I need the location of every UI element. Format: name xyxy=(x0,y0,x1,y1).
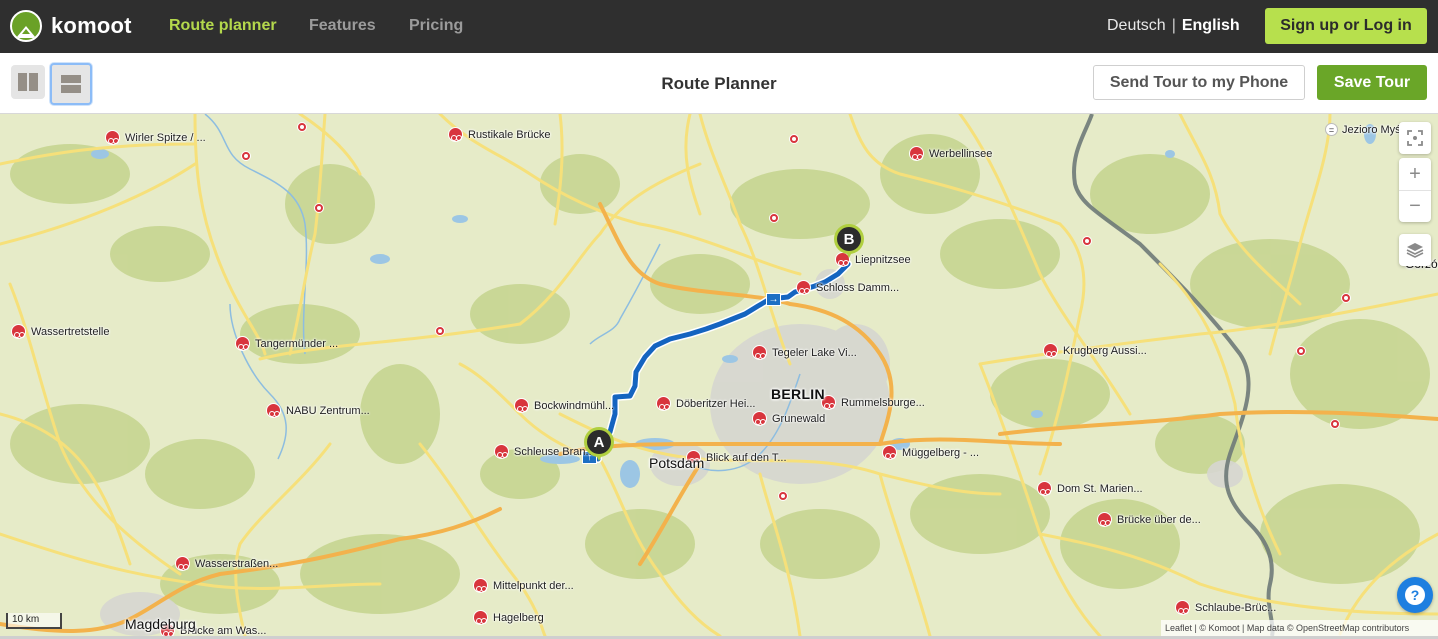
poi-dot[interactable] xyxy=(241,151,251,161)
bike-highlight-icon xyxy=(796,280,811,295)
locate-control xyxy=(1399,122,1431,154)
bike-highlight-icon xyxy=(175,556,190,571)
highlight-poi[interactable]: Döberitzer Hei... xyxy=(656,396,755,411)
bike-highlight-icon xyxy=(11,324,26,339)
bike-highlight-icon xyxy=(1175,600,1190,615)
bike-highlight-icon xyxy=(656,396,671,411)
layout-horizontal-split-button[interactable] xyxy=(50,63,92,105)
bike-highlight-icon xyxy=(105,130,120,145)
language-deutsch[interactable]: Deutsch xyxy=(1107,17,1166,34)
bike-highlight-icon xyxy=(473,610,488,625)
language-switcher: Deutsch | English xyxy=(1107,17,1240,35)
layout-vertical-split-button[interactable] xyxy=(11,65,45,99)
help-button[interactable]: ? xyxy=(1397,577,1433,613)
map-attribution: Leaflet | © Komoot | Map data © OpenStre… xyxy=(1161,620,1438,636)
language-separator: | xyxy=(1171,17,1176,34)
poi-dot[interactable] xyxy=(314,203,324,213)
layout-split-vertical-icon xyxy=(18,73,38,91)
lake-poi[interactable]: = Jezioro Myś... xyxy=(1325,123,1410,136)
poi-dot[interactable] xyxy=(769,213,779,223)
nav-pricing[interactable]: Pricing xyxy=(409,17,463,35)
highlight-poi[interactable]: Krugberg Aussi... xyxy=(1043,343,1147,358)
map-scale: 10 km xyxy=(6,613,62,629)
poi-dot[interactable] xyxy=(778,491,788,501)
route-start-marker[interactable]: A xyxy=(584,427,614,465)
komoot-mountain-icon xyxy=(10,10,42,42)
city-label-magdeburg: Magdeburg xyxy=(125,616,196,632)
logo-text: komoot xyxy=(51,13,132,38)
highlight-poi[interactable]: Schlaube-Brüc... xyxy=(1175,600,1276,615)
leaflet-link[interactable]: Leaflet xyxy=(1165,623,1192,633)
water-icon: = xyxy=(1325,123,1338,136)
send-tour-to-phone-button[interactable]: Send Tour to my Phone xyxy=(1093,65,1305,100)
locate-button[interactable] xyxy=(1399,122,1431,154)
poi-dot[interactable] xyxy=(1330,419,1340,429)
highlight-poi[interactable]: Brücke über de... xyxy=(1097,512,1201,527)
highlight-poi[interactable]: Schleuse Bran... xyxy=(494,444,595,459)
highlight-poi[interactable]: Werbellinsee xyxy=(909,146,992,161)
layers-control xyxy=(1399,234,1431,266)
bike-highlight-icon xyxy=(882,445,897,460)
bike-highlight-icon xyxy=(752,411,767,426)
komoot-logo[interactable]: komoot xyxy=(10,10,132,42)
zoom-control: + − xyxy=(1399,158,1431,222)
bike-highlight-icon xyxy=(514,398,529,413)
highlight-poi[interactable]: Wirler Spitze / ... xyxy=(105,130,206,145)
komoot-credit: © Komoot xyxy=(1199,623,1240,633)
bike-highlight-icon xyxy=(235,336,250,351)
start-label: A xyxy=(587,430,611,454)
highlight-poi[interactable]: Wasserstraßen... xyxy=(175,556,278,571)
bike-highlight-icon xyxy=(752,345,767,360)
layers-icon xyxy=(1406,243,1424,258)
poi-dot[interactable] xyxy=(297,122,307,132)
highlight-poi[interactable]: Hagelberg xyxy=(473,610,544,625)
poi-dot[interactable] xyxy=(1296,346,1306,356)
highlight-poi[interactable]: Tegeler Lake Vi... xyxy=(752,345,857,360)
highlight-poi[interactable]: Grunewald xyxy=(752,411,825,426)
poi-dot[interactable] xyxy=(1082,236,1092,246)
bike-highlight-icon xyxy=(494,444,509,459)
highlight-poi[interactable]: Müggelberg - ... xyxy=(882,445,979,460)
nav-features[interactable]: Features xyxy=(309,17,376,35)
bike-highlight-icon xyxy=(448,127,463,142)
osm-link[interactable]: Map data © OpenStreetMap contributors xyxy=(1247,623,1409,633)
bike-highlight-icon xyxy=(1043,343,1058,358)
highlight-poi[interactable]: Rummelsburge... xyxy=(821,395,925,410)
language-english[interactable]: English xyxy=(1182,17,1240,34)
city-label-berlin: BERLIN xyxy=(771,386,825,402)
save-tour-button[interactable]: Save Tour xyxy=(1317,65,1427,100)
signup-login-button[interactable]: Sign up or Log in xyxy=(1265,8,1427,44)
highlight-poi[interactable]: NABU Zentrum... xyxy=(266,403,370,418)
route-end-marker[interactable]: B xyxy=(834,224,864,262)
bike-highlight-icon xyxy=(473,578,488,593)
highlight-poi[interactable]: Bockwindmühl... xyxy=(514,398,614,413)
top-navigation: komoot Route planner Features Pricing De… xyxy=(0,0,1438,53)
highlight-poi[interactable]: Dom St. Marien... xyxy=(1037,481,1143,496)
bike-highlight-icon xyxy=(1097,512,1112,527)
locate-icon xyxy=(1407,130,1423,146)
question-icon: ? xyxy=(1405,585,1425,605)
poi-dot[interactable] xyxy=(789,134,799,144)
route-waypoint-arrow-right-icon: → xyxy=(766,293,781,306)
bike-highlight-icon xyxy=(909,146,924,161)
bike-highlight-icon xyxy=(1037,481,1052,496)
highlight-poi[interactable]: Wassertretstelle xyxy=(11,324,109,339)
zoom-in-button[interactable]: + xyxy=(1399,158,1431,190)
poi-dot[interactable] xyxy=(435,326,445,336)
zoom-out-button[interactable]: − xyxy=(1399,190,1431,222)
end-label: B xyxy=(837,227,861,251)
map-canvas[interactable]: → ↑ Wirler Spitze / ... Rustikale Brücke… xyxy=(0,114,1438,636)
bike-highlight-icon xyxy=(266,403,281,418)
highlight-poi[interactable]: Rustikale Brücke xyxy=(448,127,551,142)
poi-dot[interactable] xyxy=(1341,293,1351,303)
highlight-poi[interactable]: Tangermünder ... xyxy=(235,336,338,351)
layers-button[interactable] xyxy=(1399,234,1431,266)
planner-toolbar: Route Planner Send Tour to my Phone Save… xyxy=(0,53,1438,114)
city-label-potsdam: Potsdam xyxy=(649,455,705,471)
layout-split-horizontal-icon xyxy=(61,75,81,93)
nav-route-planner[interactable]: Route planner xyxy=(169,17,277,35)
highlight-poi[interactable]: Mittelpunkt der... xyxy=(473,578,574,593)
highlight-poi[interactable]: Schloss Damm... xyxy=(796,280,899,295)
